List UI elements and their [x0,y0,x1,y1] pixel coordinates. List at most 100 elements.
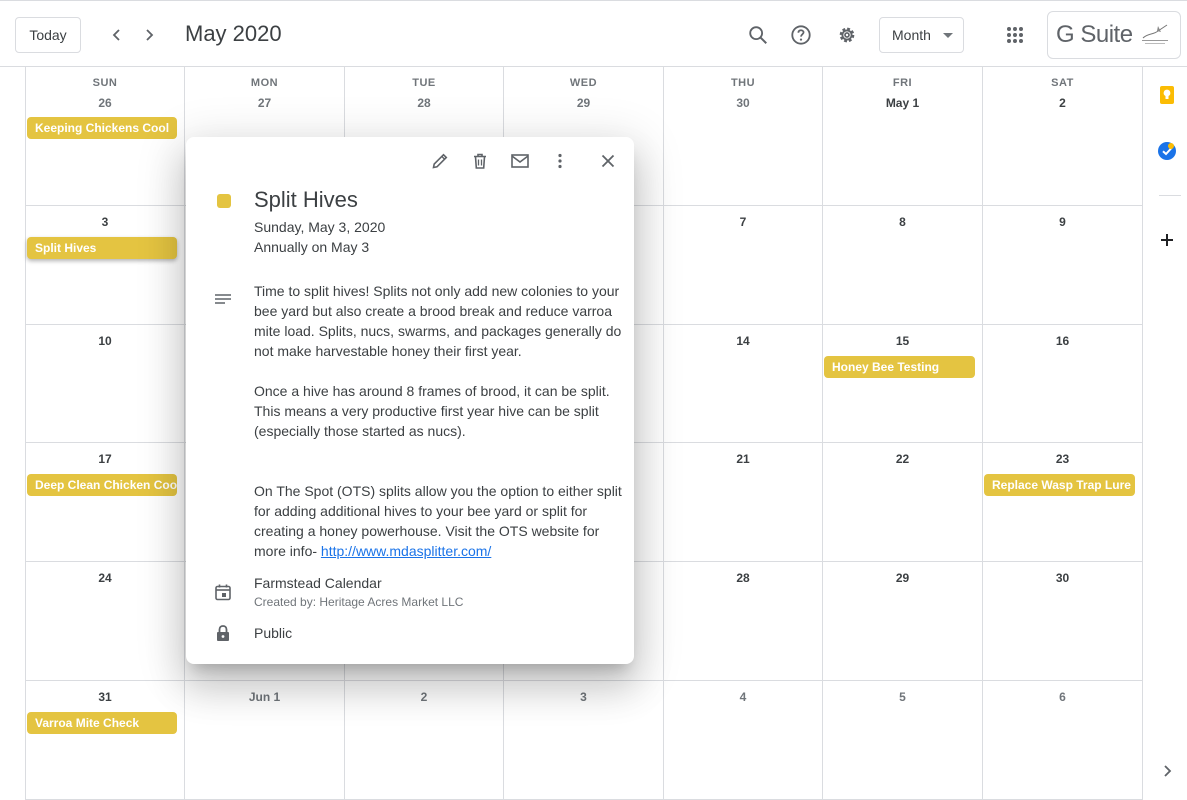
event-chip[interactable]: Keeping Chickens Cool [27,117,177,139]
edit-event-button[interactable] [428,149,452,173]
day-number[interactable]: Jun 1 [185,690,344,704]
day-number[interactable]: 16 [983,334,1142,348]
day-cell[interactable]: 9 [983,206,1143,325]
day-number[interactable]: 3 [504,690,663,704]
day-cell[interactable]: 31 [26,681,185,800]
day-number[interactable]: 15 [823,334,982,348]
ots-website-link[interactable]: http://www.mdasplitter.com/ [321,543,491,559]
plus-icon [1161,234,1173,246]
day-number[interactable]: 21 [664,452,822,466]
weekday-header: SAT [1051,77,1074,89]
description-paragraph: On The Spot (OTS) splits allow you the o… [254,481,624,561]
day-cell[interactable]: 2 [345,681,504,800]
day-number[interactable]: 26 [26,96,184,110]
day-number[interactable]: 17 [26,452,184,466]
delete-event-button[interactable] [468,149,492,173]
day-number[interactable]: 27 [185,96,344,110]
weekday-header: FRI [892,77,913,89]
day-cell[interactable]: 3 [26,206,185,325]
next-month-button[interactable] [133,19,165,51]
day-cell[interactable]: 3 [504,681,664,800]
day-number[interactable]: 2 [345,690,503,704]
weekday-header: WED [569,77,598,89]
day-number[interactable]: 6 [983,690,1142,704]
day-cell[interactable]: SAT 2 [983,67,1143,206]
event-chip[interactable]: Split Hives [27,237,177,259]
day-number[interactable]: 30 [983,571,1142,585]
weekday-header: MON [250,77,279,89]
lock-icon [215,624,231,647]
gsuite-account-badge[interactable]: G Suite [1047,11,1181,59]
day-number[interactable]: 22 [823,452,982,466]
pencil-icon [432,153,448,169]
day-cell[interactable]: 14 [664,325,823,443]
day-cell[interactable]: Jun 1 [185,681,345,800]
event-chip[interactable]: Deep Clean Chicken Coop [27,474,177,496]
day-number[interactable]: 5 [823,690,982,704]
apps-button[interactable] [995,15,1035,55]
email-guests-button[interactable] [508,149,532,173]
trash-icon [474,153,486,169]
chevron-right-icon [1164,765,1172,777]
top-bar: Today May 2020 Month G Suite [0,0,1187,67]
expand-panel-button[interactable] [1157,761,1177,781]
day-number[interactable]: 14 [664,334,822,348]
day-number[interactable]: 31 [26,690,184,704]
search-button[interactable] [738,15,778,55]
event-chip[interactable]: Honey Bee Testing [824,356,975,378]
day-cell[interactable]: 10 [26,325,185,443]
settings-button[interactable] [827,15,867,55]
day-cell[interactable]: 21 [664,443,823,562]
side-panel-rail [1142,67,1187,800]
day-number[interactable]: 24 [26,571,184,585]
previous-month-button[interactable] [101,19,133,51]
tasks-button[interactable] [1157,141,1177,161]
day-cell[interactable]: 6 [983,681,1143,800]
event-color-swatch [217,194,231,208]
today-button[interactable]: Today [15,17,81,53]
day-cell[interactable]: 28 [664,562,823,681]
event-chip[interactable]: Varroa Mite Check [27,712,177,734]
weekday-header: SUN [92,77,118,89]
day-number[interactable]: 4 [664,690,822,704]
day-number[interactable]: 2 [983,96,1142,110]
keep-button[interactable] [1157,85,1177,105]
day-cell[interactable]: FRI May 1 [823,67,983,206]
day-number[interactable]: 10 [26,334,184,348]
view-selector-label: Month [892,27,931,43]
day-cell[interactable]: 22 [823,443,983,562]
day-cell[interactable]: 16 [983,325,1143,443]
day-number[interactable]: 28 [345,96,503,110]
day-cell[interactable]: 5 [823,681,983,800]
day-number[interactable]: 28 [664,571,822,585]
day-cell[interactable]: 15 [823,325,983,443]
event-chip[interactable]: Replace Wasp Trap Lure [984,474,1135,496]
day-cell[interactable]: 29 [823,562,983,681]
day-number[interactable]: 30 [664,96,822,110]
day-number[interactable]: 9 [983,215,1142,229]
more-options-button[interactable] [548,149,572,173]
day-number[interactable]: 7 [664,215,822,229]
day-cell[interactable]: 23 [983,443,1143,562]
day-number[interactable]: 29 [504,96,663,110]
day-cell[interactable]: 7 [664,206,823,325]
more-vert-icon [558,153,562,169]
calendar-name: Farmstead Calendar [254,575,382,591]
view-selector[interactable]: Month [879,17,964,53]
day-cell[interactable]: 4 [664,681,823,800]
weekday-header: TUE [412,77,436,89]
day-number[interactable]: May 1 [823,96,982,110]
help-button[interactable] [781,15,821,55]
day-cell[interactable]: 8 [823,206,983,325]
day-cell[interactable]: 24 [26,562,185,681]
day-cell[interactable]: 17 [26,443,185,562]
day-cell[interactable]: THU 30 [664,67,823,206]
day-cell[interactable]: 30 [983,562,1143,681]
day-number[interactable]: 3 [26,215,184,229]
close-popup-button[interactable] [596,149,620,173]
day-number[interactable]: 8 [823,215,982,229]
day-number[interactable]: 23 [983,452,1142,466]
close-icon [601,154,615,168]
add-addon-button[interactable] [1157,230,1177,250]
day-number[interactable]: 29 [823,571,982,585]
